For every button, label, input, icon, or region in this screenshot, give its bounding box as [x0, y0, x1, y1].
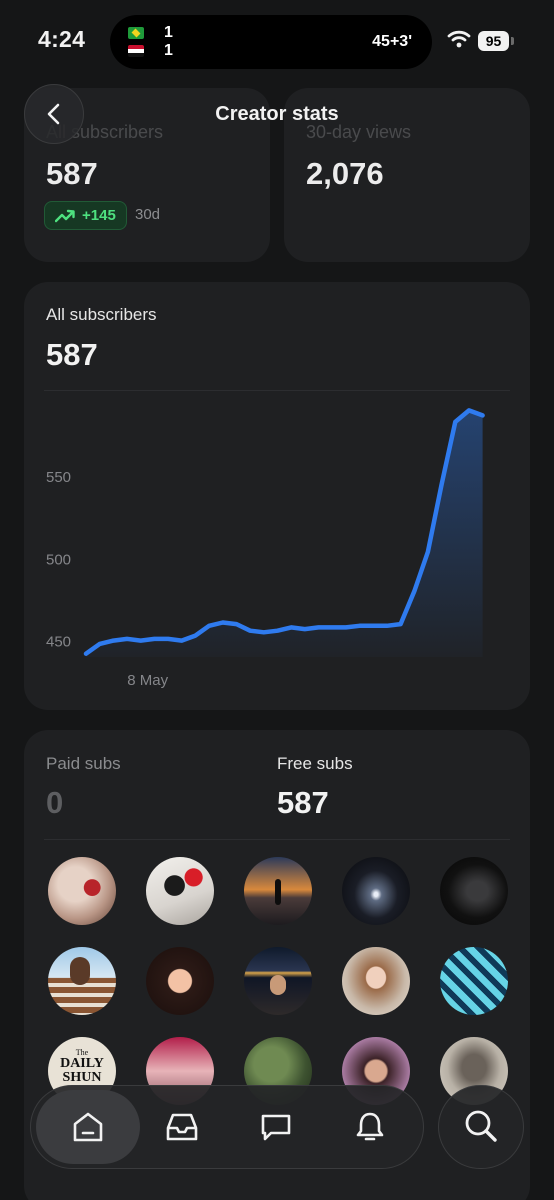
- x-tick-label: 8 May: [127, 672, 168, 689]
- wifi-icon: [447, 30, 471, 48]
- y-tick-label: 450: [46, 634, 71, 651]
- free-subs-value: 587: [277, 785, 329, 820]
- bell-icon: [356, 1112, 384, 1141]
- daily-shun-logo-line2: DAILY: [60, 1056, 104, 1071]
- subscriber-avatar[interactable]: [244, 857, 312, 925]
- portrait-head: [70, 957, 90, 985]
- subscriber-avatar[interactable]: [342, 857, 410, 925]
- subscriber-avatar[interactable]: [440, 857, 508, 925]
- battery-tip: [511, 37, 514, 45]
- nav-chat[interactable]: [224, 1090, 328, 1164]
- subscriber-avatar[interactable]: [440, 947, 508, 1015]
- growth-value: +145: [82, 207, 116, 224]
- growth-badge: +145: [44, 201, 127, 230]
- brazil-flag-icon: [128, 27, 144, 39]
- subscribers-chart[interactable]: 450 500 550 8 May: [24, 282, 530, 710]
- subscriber-avatar[interactable]: [48, 947, 116, 1015]
- nav-inbox[interactable]: [130, 1090, 234, 1164]
- team1-score: 1: [164, 24, 173, 41]
- subscriber-avatar[interactable]: [48, 857, 116, 925]
- subscribers-summary-value: 587: [46, 156, 98, 191]
- nav-home[interactable]: [36, 1090, 140, 1164]
- team2-score: 1: [164, 42, 173, 59]
- chat-icon: [261, 1114, 291, 1141]
- subs-divider: [44, 839, 510, 840]
- trending-up-icon: [55, 209, 75, 222]
- growth-period: 30d: [135, 206, 161, 223]
- subscribers-chart-card: All subscribers 587 450 500 550 8 May: [24, 282, 530, 710]
- egypt-flag-icon: [128, 45, 144, 57]
- subscriber-avatar[interactable]: [244, 947, 312, 1015]
- daily-shun-logo-line3: SHUN: [62, 1070, 102, 1085]
- y-tick-label: 550: [46, 469, 71, 486]
- subscriber-avatar[interactable]: [342, 947, 410, 1015]
- search-icon: [465, 1110, 497, 1142]
- live-activity-island[interactable]: 1 1 45+3': [110, 15, 432, 69]
- search-button[interactable]: [438, 1085, 524, 1169]
- status-time: 4:24: [38, 26, 86, 52]
- inbox-icon: [166, 1113, 198, 1141]
- portrait-head: [270, 975, 286, 995]
- subscriber-avatar[interactable]: [146, 857, 214, 925]
- paid-subs-label: Paid subs: [46, 754, 121, 773]
- nav-notifications[interactable]: [318, 1090, 422, 1164]
- bottom-nav: [30, 1085, 424, 1169]
- battery-indicator: 95: [478, 31, 509, 51]
- page-title: Creator stats: [215, 103, 339, 125]
- paid-subs-value: 0: [46, 785, 64, 820]
- chart-area: [86, 410, 483, 657]
- subscriber-avatar[interactable]: [146, 947, 214, 1015]
- home-icon: [73, 1112, 103, 1142]
- y-tick-label: 500: [46, 551, 71, 568]
- free-subs-label: Free subs: [277, 754, 353, 773]
- screen: 4:24 1 1 45+3' 95 Creator stats All subs…: [0, 0, 554, 1200]
- views-summary-value: 2,076: [306, 156, 384, 191]
- match-time: 45+3': [372, 33, 412, 50]
- silhouette-figure: [275, 879, 281, 905]
